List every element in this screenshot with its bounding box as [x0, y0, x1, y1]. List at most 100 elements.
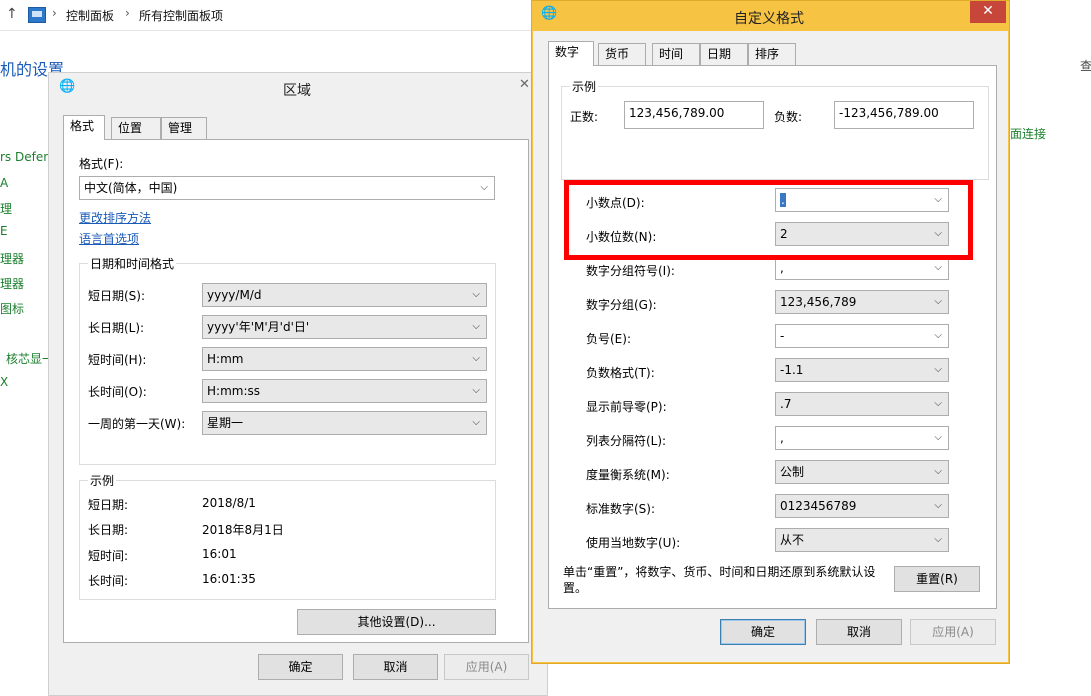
list-item[interactable]: X: [0, 375, 8, 389]
ok-button[interactable]: 确定: [720, 619, 806, 645]
list-item[interactable]: 理: [0, 200, 12, 217]
negative-format-label: 负数格式(T):: [586, 366, 655, 380]
list-separator-select[interactable]: , ⌵: [775, 426, 949, 450]
list-item[interactable]: 面连接: [1010, 125, 1046, 142]
example-value: 16:01:35: [202, 572, 256, 586]
breadcrumb-all-items[interactable]: 所有控制面板项: [139, 7, 223, 24]
first-day-select[interactable]: 星期一 ⌵: [202, 411, 487, 435]
example-group-title: 示例: [88, 472, 117, 489]
link-change-sort[interactable]: 更改排序方法: [79, 209, 151, 226]
first-day-label: 一周的第一天(W):: [88, 417, 186, 431]
more-settings-button[interactable]: 其他设置(D)...: [297, 609, 496, 635]
digit-grouping-select[interactable]: 123,456,789 ⌵: [775, 290, 949, 314]
digit-grouping-label: 数字分组(G):: [586, 298, 657, 312]
datetime-group-title: 日期和时间格式: [88, 255, 177, 272]
list-item[interactable]: 理器: [0, 250, 24, 267]
short-time-label: 短时间(H):: [88, 353, 147, 367]
reset-note: 单击“重置”，将数字、货币、时间和日期还原到系统默认设置。: [563, 565, 876, 595]
long-time-select[interactable]: H:mm:ss ⌵: [202, 379, 487, 403]
custom-format-dialog: 🌐 自定义格式 ✕ 数字 货币 时间 日期 排序 示例 正数: 123,456,…: [531, 0, 1010, 664]
globe-icon: 🌐: [541, 6, 558, 21]
chevron-down-icon: ⌵: [934, 398, 942, 409]
leading-zero-label: 显示前导零(P):: [586, 400, 667, 414]
list-item[interactable]: 图标: [0, 300, 24, 317]
chevron-down-icon: ⌵: [472, 353, 480, 364]
list-item[interactable]: E: [0, 224, 8, 238]
chevron-right-icon: ›: [125, 6, 130, 20]
number-example-group: 示例 正数: 123,456,789.00 负数: -123,456,789.0…: [561, 78, 989, 180]
tab-date[interactable]: 日期: [700, 43, 748, 65]
chevron-down-icon: ⌵: [472, 385, 480, 396]
number-panel: 示例 正数: 123,456,789.00 负数: -123,456,789.0…: [548, 65, 997, 609]
measurement-select[interactable]: 公制 ⌵: [775, 460, 949, 484]
list-item[interactable]: 理器: [0, 275, 24, 292]
tab-admin[interactable]: 管理: [161, 117, 207, 139]
example-value: 16:01: [202, 547, 237, 561]
negative-sign-select[interactable]: - ⌵: [775, 324, 949, 348]
chevron-down-icon: ⌵: [934, 364, 942, 375]
standard-digits-label: 标准数字(S):: [586, 502, 656, 516]
chevron-down-icon: ⌵: [934, 432, 942, 443]
custom-body: 数字 货币 时间 日期 排序 示例 正数: 123,456,789.00 负数:…: [539, 31, 1004, 658]
format-select[interactable]: 中文(简体，中国) ⌵: [79, 176, 495, 200]
format-panel: 格式(F): 中文(简体，中国) ⌵ 更改排序方法 语言首选项 日期和时间格式 短…: [63, 139, 529, 643]
chevron-down-icon: ⌵: [934, 296, 942, 307]
chevron-down-icon: ⌵: [480, 182, 488, 193]
datetime-group: 日期和时间格式 短日期(S): yyyy/M/d ⌵ 长日期(L): yyyy'年…: [79, 255, 496, 465]
negative-example: -123,456,789.00: [834, 101, 974, 129]
close-icon[interactable]: ✕: [519, 77, 530, 92]
region-title: 区域: [283, 83, 311, 99]
negative-format-select[interactable]: -1.1 ⌵: [775, 358, 949, 382]
long-time-label: 长时间(O):: [88, 385, 147, 399]
chevron-down-icon: ⌵: [934, 262, 942, 273]
example-label: 长时间:: [88, 574, 129, 588]
format-label: 格式(F):: [79, 157, 124, 171]
link-language-preferences[interactable]: 语言首选项: [79, 230, 139, 247]
chevron-down-icon: ⌵: [472, 321, 480, 332]
custom-titlebar[interactable]: 🌐 自定义格式 ✕: [532, 1, 1009, 31]
chevron-down-icon: ⌵: [934, 500, 942, 511]
tab-currency[interactable]: 货币: [598, 43, 646, 65]
example-group: 示例 短日期: 2018/8/1 长日期: 2018年8月1日 短时间: 16:…: [79, 472, 496, 600]
tab-time[interactable]: 时间: [652, 43, 700, 65]
ok-button[interactable]: 确定: [258, 654, 343, 680]
chevron-down-icon: ⌵: [934, 466, 942, 477]
view-label: 查: [1080, 59, 1091, 73]
digit-grouping-symbol-label: 数字分组符号(I):: [586, 264, 675, 278]
tab-location[interactable]: 位置: [111, 117, 161, 139]
highlight-box: [564, 180, 973, 260]
positive-example: 123,456,789.00: [624, 101, 764, 129]
list-item[interactable]: 核芯显一: [6, 350, 54, 367]
number-example-title: 示例: [570, 78, 599, 95]
cancel-button[interactable]: 取消: [816, 619, 902, 645]
positive-label: 正数:: [570, 110, 599, 124]
negative-label: 负数:: [774, 110, 803, 124]
region-titlebar[interactable]: 🌐 区域 ✕: [49, 73, 547, 103]
leading-zero-select[interactable]: .7 ⌵: [775, 392, 949, 416]
short-date-select[interactable]: yyyy/M/d ⌵: [202, 283, 487, 307]
region-dialog: 🌐 区域 ✕ 格式 位置 管理 格式(F): 中文(简体，中国) ⌵ 更改排序方法…: [48, 72, 548, 696]
cancel-button[interactable]: 取消: [353, 654, 438, 680]
long-date-select[interactable]: yyyy'年'M'月'd'日' ⌵: [202, 315, 487, 339]
chevron-right-icon: ›: [52, 6, 57, 20]
tab-sort[interactable]: 排序: [748, 43, 796, 65]
close-button[interactable]: ✕: [970, 1, 1006, 23]
native-digits-select[interactable]: 从不 ⌵: [775, 528, 949, 552]
breadcrumb-control-panel[interactable]: 控制面板: [66, 7, 114, 24]
standard-digits-select[interactable]: 0123456789 ⌵: [775, 494, 949, 518]
custom-title: 自定义格式: [734, 11, 804, 27]
reset-button[interactable]: 重置(R): [894, 566, 980, 592]
chevron-down-icon: ⌵: [934, 330, 942, 341]
apply-button[interactable]: 应用(A): [444, 654, 529, 680]
up-arrow-icon[interactable]: ↑: [6, 6, 18, 22]
negative-sign-label: 负号(E):: [586, 332, 631, 346]
control-panel-icon: [28, 7, 46, 23]
tab-format[interactable]: 格式: [63, 115, 105, 140]
address-bar: ↑ › 控制面板 › 所有控制面板项: [0, 0, 540, 31]
short-date-label: 短日期(S):: [88, 289, 146, 303]
short-time-select[interactable]: H:mm ⌵: [202, 347, 487, 371]
tab-number[interactable]: 数字: [548, 41, 594, 66]
chevron-down-icon: ⌵: [472, 289, 480, 300]
list-item[interactable]: A: [0, 176, 8, 190]
apply-button[interactable]: 应用(A): [910, 619, 996, 645]
